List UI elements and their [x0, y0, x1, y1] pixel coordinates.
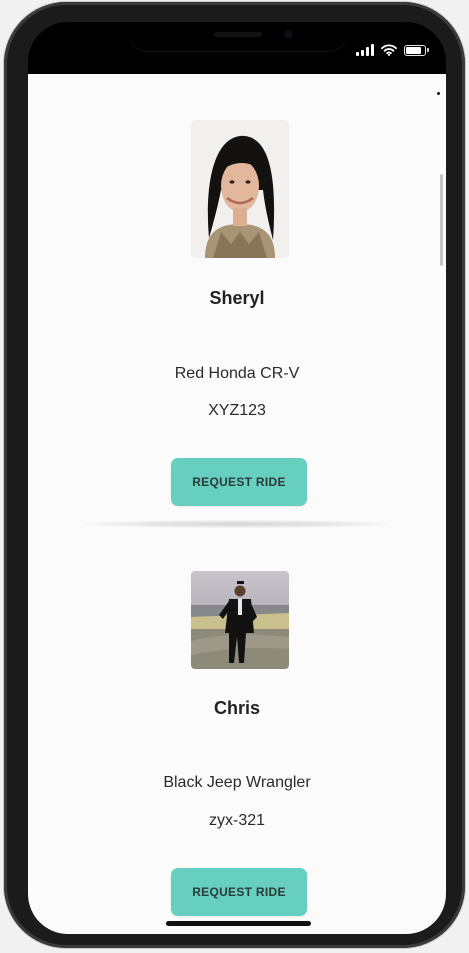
driver-card: Sheryl Red Honda CR-V XYZ123 REQUEST RID… [28, 74, 446, 544]
license-plate: XYZ123 [208, 402, 266, 419]
request-ride-button[interactable]: REQUEST RIDE [171, 458, 307, 506]
status-bar-icons [356, 42, 429, 56]
battery-icon [404, 45, 429, 56]
signal-icon [356, 44, 374, 56]
driver-photo [191, 571, 289, 669]
phone-frame: Sheryl Red Honda CR-V XYZ123 REQUEST RID… [4, 2, 465, 948]
driver-list-screen[interactable]: Sheryl Red Honda CR-V XYZ123 REQUEST RID… [28, 74, 446, 934]
speaker [214, 32, 262, 37]
license-plate: zyx-321 [208, 812, 266, 829]
notch [128, 22, 348, 52]
divider [84, 520, 390, 528]
wifi-icon [381, 44, 397, 56]
driver-name: Chris [213, 698, 260, 718]
car-model: Red Honda CR-V [174, 365, 300, 382]
home-indicator[interactable] [166, 921, 311, 926]
driver-photo [191, 120, 289, 258]
driver-card: Chris Black Jeep Wrangler zyx-321 REQUES… [28, 544, 446, 934]
request-ride-button[interactable]: REQUEST RIDE [171, 868, 307, 916]
front-camera [284, 30, 293, 39]
car-model: Black Jeep Wrangler [163, 774, 311, 791]
driver-name: Sheryl [209, 288, 265, 308]
phone-screen: Sheryl Red Honda CR-V XYZ123 REQUEST RID… [28, 22, 446, 934]
